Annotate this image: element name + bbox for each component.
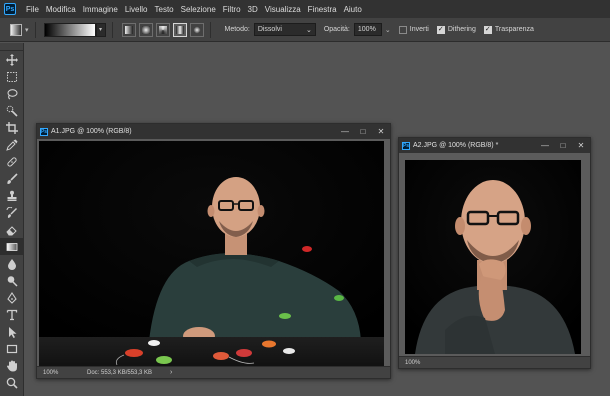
dither-checkbox[interactable]: ✓: [436, 25, 445, 34]
panel-grip[interactable]: [0, 43, 23, 51]
maximize-button[interactable]: □: [354, 124, 372, 139]
crop-tool-icon[interactable]: [0, 119, 24, 136]
divider: [34, 21, 36, 38]
menu-modifica[interactable]: Modifica: [46, 5, 76, 14]
options-bar: ▾ ▾ Metodo: Dissolvi ⌄ Opacità: 100% ⌄ I…: [0, 18, 610, 42]
document-title: A2.JPG @ 100% (RGB/8) *: [413, 142, 499, 149]
document-size-info: Doc: 553,3 KB/553,3 KB: [87, 369, 153, 376]
document-status-bar: 100% Doc: 553,3 KB/553,3 KB ›: [37, 366, 390, 378]
tool-preset-icon[interactable]: [10, 23, 22, 36]
eraser-tool-icon[interactable]: [0, 221, 24, 238]
transparency-label: Trasparenza: [494, 26, 534, 33]
opacity-label: Opacità:: [323, 26, 350, 33]
radial-gradient-button[interactable]: [138, 22, 153, 37]
linear-gradient-button[interactable]: [121, 22, 136, 37]
gradient-dropdown-icon[interactable]: ▾: [95, 22, 106, 37]
document-window-a2[interactable]: Ps A2.JPG @ 100% (RGB/8) * — □ ✕ 100%: [398, 137, 591, 369]
chevron-down-icon: ⌄: [305, 26, 312, 34]
gradient-tool-icon[interactable]: [0, 238, 24, 255]
clone-stamp-tool-icon[interactable]: [0, 187, 24, 204]
dither-label: Dithering: [447, 26, 476, 33]
document-title-bar[interactable]: Ps A2.JPG @ 100% (RGB/8) * — □ ✕: [399, 138, 590, 153]
move-tool-icon[interactable]: [0, 51, 24, 68]
zoom-tool-icon[interactable]: [0, 374, 24, 391]
transparency-checkbox[interactable]: ✓: [483, 25, 492, 34]
document-canvas[interactable]: [39, 141, 384, 367]
hand-tool-icon[interactable]: [0, 357, 24, 374]
history-brush-tool-icon[interactable]: [0, 204, 24, 221]
menu-bar: Ps File Modifica Immagine Livello Testo …: [0, 0, 610, 18]
brush-tool-icon[interactable]: [0, 170, 24, 187]
reverse-checkbox[interactable]: [398, 25, 407, 34]
mode-select[interactable]: Dissolvi ⌄: [253, 23, 316, 36]
zoom-level[interactable]: 100%: [405, 360, 445, 366]
tools-panel: [0, 43, 24, 396]
pen-tool-icon[interactable]: [0, 289, 24, 306]
menu-finestra[interactable]: Finestra: [308, 5, 337, 14]
maximize-button[interactable]: □: [554, 138, 572, 153]
menu-aiuto[interactable]: Aiuto: [344, 5, 362, 14]
mode-value: Dissolvi: [257, 26, 282, 33]
divider: [209, 21, 211, 38]
menu-file[interactable]: File: [26, 5, 39, 14]
menu-livello[interactable]: Livello: [125, 5, 148, 14]
mode-label: Metodo:: [224, 26, 250, 33]
document-canvas[interactable]: [405, 160, 581, 354]
healing-brush-tool-icon[interactable]: [0, 153, 24, 170]
photo-man-portrait: [405, 160, 581, 354]
rectangle-tool-icon[interactable]: [0, 340, 24, 357]
status-menu-arrow-icon[interactable]: ›: [170, 369, 172, 376]
blur-tool-icon[interactable]: [0, 255, 24, 272]
lasso-tool-icon[interactable]: [0, 85, 24, 102]
opacity-slider-icon[interactable]: ⌄: [385, 26, 391, 34]
document-status-bar: 100%: [399, 356, 590, 368]
close-button[interactable]: ✕: [572, 138, 590, 153]
path-selection-tool-icon[interactable]: [0, 323, 24, 340]
photo-man-with-computer-mice: [39, 141, 384, 367]
document-icon: Ps: [40, 127, 48, 136]
reflected-gradient-button[interactable]: [172, 22, 187, 37]
dodge-tool-icon[interactable]: [0, 272, 24, 289]
menu-testo[interactable]: Testo: [155, 5, 174, 14]
diamond-gradient-button[interactable]: [189, 22, 204, 37]
menu-immagine[interactable]: Immagine: [83, 5, 118, 14]
menu-visualizza[interactable]: Visualizza: [265, 5, 301, 14]
menu-selezione[interactable]: Selezione: [181, 5, 216, 14]
opacity-field[interactable]: 100%: [353, 23, 382, 36]
marquee-tool-icon[interactable]: [0, 68, 24, 85]
menu-filtro[interactable]: Filtro: [223, 5, 241, 14]
document-title: A1.JPG @ 100% (RGB/8): [51, 128, 132, 135]
eyedropper-tool-icon[interactable]: [0, 136, 24, 153]
reverse-label: Inverti: [409, 26, 429, 33]
menu-3d[interactable]: 3D: [248, 5, 258, 14]
minimize-button[interactable]: —: [336, 124, 354, 139]
document-title-bar[interactable]: Ps A1.JPG @ 100% (RGB/8) — □ ✕: [37, 124, 390, 139]
close-button[interactable]: ✕: [372, 124, 390, 139]
zoom-level[interactable]: 100%: [43, 370, 83, 376]
angle-gradient-button[interactable]: [155, 22, 170, 37]
chevron-down-icon[interactable]: ▾: [25, 26, 29, 34]
quick-selection-tool-icon[interactable]: [0, 102, 24, 119]
minimize-button[interactable]: —: [536, 138, 554, 153]
document-window-a1[interactable]: Ps A1.JPG @ 100% (RGB/8) — □ ✕ 100% Doc:…: [36, 123, 391, 379]
opacity-value: 100%: [357, 26, 376, 33]
type-tool-icon[interactable]: [0, 306, 24, 323]
document-icon: Ps: [402, 141, 410, 150]
gradient-picker[interactable]: [43, 22, 96, 37]
photoshop-logo-icon: Ps: [4, 3, 16, 15]
divider: [111, 21, 113, 38]
